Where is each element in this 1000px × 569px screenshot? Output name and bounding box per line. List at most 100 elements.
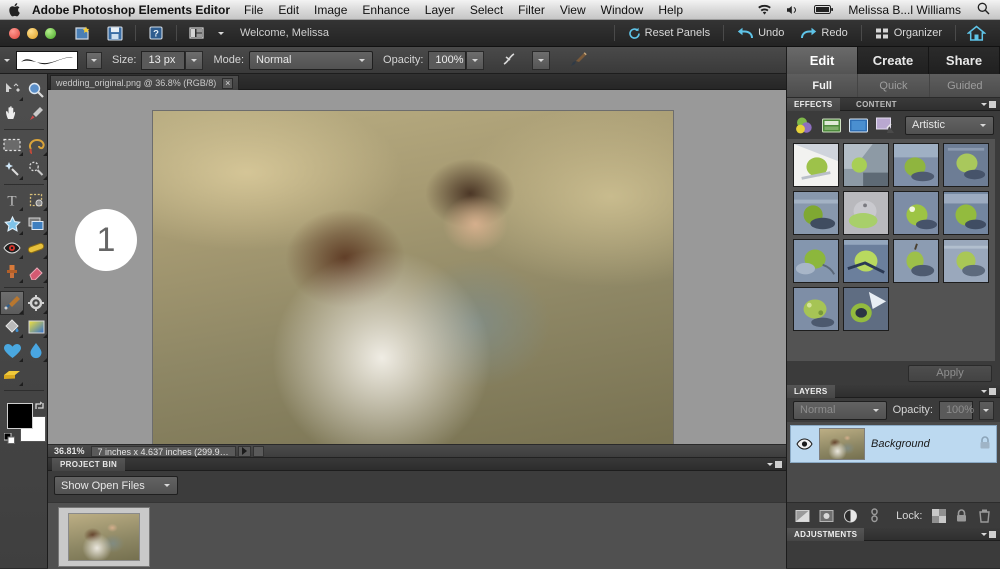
show-all-icon[interactable] xyxy=(874,115,896,135)
apple-icon[interactable] xyxy=(0,2,32,17)
save-icon[interactable] xyxy=(100,20,130,47)
filters-icon[interactable] xyxy=(793,115,815,135)
help-icon[interactable]: ? xyxy=(141,20,171,47)
layout-dropdown-arrow[interactable] xyxy=(212,20,230,47)
shape-tool[interactable] xyxy=(0,339,24,363)
project-bin-filter-dropdown[interactable]: Show Open Files xyxy=(54,476,178,495)
project-bin-menu-icon[interactable] xyxy=(767,461,782,468)
opacity-input[interactable]: 100% xyxy=(428,51,466,70)
effects-panel-menu-icon[interactable] xyxy=(981,101,996,108)
eyedropper-tool[interactable] xyxy=(24,102,48,126)
wifi-icon[interactable] xyxy=(757,4,772,16)
table-row[interactable]: Background xyxy=(790,425,997,463)
effect-thumb-sponge[interactable] xyxy=(793,287,839,331)
layout-icon[interactable] xyxy=(182,20,212,47)
trash-icon[interactable] xyxy=(978,508,992,524)
minimize-button[interactable] xyxy=(27,28,38,39)
opacity-stepper[interactable] xyxy=(466,51,484,70)
document-tab[interactable]: wedding_original.png @ 36.8% (RGB/8) × xyxy=(50,75,239,90)
sponge-tool[interactable] xyxy=(0,363,24,387)
undo-button[interactable]: Undo xyxy=(729,20,792,47)
effect-thumb-smudge-stick[interactable] xyxy=(943,239,989,283)
effect-thumb-neon-glow[interactable] xyxy=(843,191,889,235)
menu-window[interactable]: Window xyxy=(601,3,644,17)
lock-transparency-icon[interactable] xyxy=(931,508,945,524)
effect-thumb-dry-brush[interactable] xyxy=(893,143,939,187)
hand-tool[interactable] xyxy=(0,102,24,126)
blur-tool[interactable] xyxy=(24,339,48,363)
menu-edit[interactable]: Edit xyxy=(278,3,299,17)
layers-panel-menu-icon[interactable] xyxy=(981,388,996,395)
organizer-button[interactable]: Organizer xyxy=(867,20,950,47)
brush-tool[interactable] xyxy=(0,291,24,315)
layer-name[interactable]: Background xyxy=(871,438,972,450)
red-eye-tool[interactable] xyxy=(0,236,24,260)
search-icon[interactable] xyxy=(977,2,990,18)
healing-brush-tool[interactable] xyxy=(24,236,48,260)
brush-size-input[interactable]: 13 px xyxy=(141,51,185,70)
zoom-tool[interactable] xyxy=(24,78,48,102)
effect-thumb-underpainting[interactable] xyxy=(843,287,889,331)
lasso-tool[interactable] xyxy=(24,133,48,157)
magic-wand-tool[interactable] xyxy=(0,157,24,181)
recompose-tool[interactable] xyxy=(24,212,48,236)
type-tool[interactable]: T xyxy=(0,188,24,212)
battery-icon[interactable] xyxy=(814,4,834,15)
reset-panels-button[interactable]: Reset Panels xyxy=(620,20,718,47)
smudge-tool[interactable] xyxy=(24,291,48,315)
menu-select[interactable]: Select xyxy=(470,3,503,17)
tab-create[interactable]: Create xyxy=(858,47,929,74)
effect-thumb-palette-knife[interactable] xyxy=(943,191,989,235)
new-fill-layer-icon[interactable] xyxy=(843,508,858,524)
menu-enhance[interactable]: Enhance xyxy=(362,3,409,17)
tab-effects[interactable]: EFFECTS xyxy=(787,98,840,111)
layer-blend-mode-dropdown[interactable]: Normal xyxy=(793,401,887,420)
eye-icon[interactable] xyxy=(795,426,813,462)
redo-button[interactable]: Redo xyxy=(792,20,855,47)
adjustments-panel-menu-icon[interactable] xyxy=(981,531,996,538)
project-bin-strip[interactable] xyxy=(48,502,786,569)
link-layers-icon[interactable] xyxy=(867,508,881,524)
close-icon[interactable]: × xyxy=(222,78,233,89)
cookie-cutter-tool[interactable] xyxy=(0,212,24,236)
brush-settings-icon[interactable] xyxy=(562,47,594,74)
effects-category-dropdown[interactable]: Artistic xyxy=(905,116,994,135)
photo-effects-icon[interactable] xyxy=(847,115,869,135)
foreground-color-swatch[interactable] xyxy=(7,403,33,429)
swap-colors-icon[interactable] xyxy=(34,400,46,415)
effect-thumb-fresco[interactable] xyxy=(793,191,839,235)
blend-mode-dropdown[interactable]: Normal xyxy=(249,51,373,70)
tab-adjustments[interactable]: ADJUSTMENTS xyxy=(787,528,864,541)
menu-image[interactable]: Image xyxy=(314,3,347,17)
effect-thumb-cutout[interactable] xyxy=(843,143,889,187)
brush-picker-dropdown[interactable] xyxy=(80,51,102,70)
menu-layer[interactable]: Layer xyxy=(425,3,455,17)
volume-icon[interactable] xyxy=(786,4,800,16)
apply-button[interactable]: Apply xyxy=(908,365,992,382)
new-layer-icon[interactable] xyxy=(795,508,810,524)
menu-help[interactable]: Help xyxy=(658,3,683,17)
airbrush-icon[interactable] xyxy=(496,47,526,74)
paint-bucket-tool[interactable] xyxy=(0,315,24,339)
default-colors-icon[interactable] xyxy=(4,433,15,444)
brush-preview[interactable] xyxy=(16,51,78,70)
crop-tool[interactable] xyxy=(24,188,48,212)
tab-quick[interactable]: Quick xyxy=(858,74,929,97)
marquee-tool[interactable] xyxy=(0,133,24,157)
brush-size-stepper[interactable] xyxy=(185,51,203,70)
menu-filter[interactable]: Filter xyxy=(518,3,545,17)
zoom-button[interactable] xyxy=(45,28,56,39)
tab-guided[interactable]: Guided xyxy=(930,74,1000,97)
zoom-level[interactable]: 36.81% xyxy=(48,446,91,456)
tab-full[interactable]: Full xyxy=(787,74,858,97)
effect-thumb-film-grain[interactable] xyxy=(943,143,989,187)
tab-edit[interactable]: Edit xyxy=(787,47,858,74)
status-menu-arrow[interactable] xyxy=(238,446,251,457)
effect-thumb-poster-edges[interactable] xyxy=(843,239,889,283)
tab-share[interactable]: Share xyxy=(929,47,1000,74)
home-icon[interactable] xyxy=(961,20,992,47)
lock-all-icon[interactable] xyxy=(955,508,969,524)
options-bar-handle[interactable] xyxy=(4,59,10,62)
layer-styles-icon[interactable] xyxy=(820,115,842,135)
move-tool[interactable] xyxy=(0,78,24,102)
